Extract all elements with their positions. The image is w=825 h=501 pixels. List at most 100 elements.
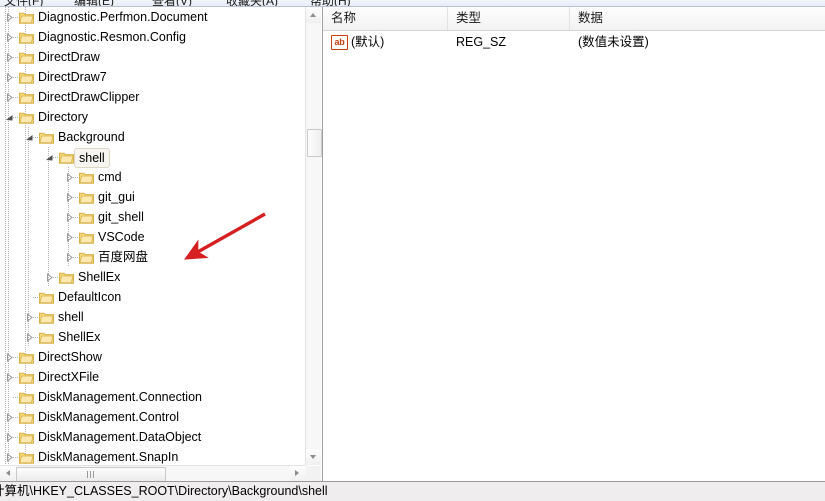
tree-expand-toggle-icon[interactable] [65, 173, 74, 182]
folder-icon [19, 350, 34, 364]
tree-item-label: Diagnostic.Resmon.Config [38, 30, 186, 44]
folder-icon [79, 190, 94, 204]
tree-item-defaulticon[interactable]: DefaultIcon [0, 287, 306, 307]
tree-expand-toggle-icon[interactable] [25, 313, 34, 322]
folder-icon [19, 410, 34, 424]
menu-item-1[interactable]: 文件(F) [4, 0, 43, 6]
tree-item-label: DiskManagement.DataObject [38, 430, 202, 444]
values-row-list[interactable]: ab (默认) REG_SZ (数值未设置) [323, 31, 825, 53]
tree-connector-line [48, 167, 49, 187]
tree-item-label: Diagnostic.Perfmon.Document [38, 10, 208, 24]
scroll-right-button[interactable] [290, 466, 306, 481]
status-path-text: 计算机\HKEY_CLASSES_ROOT\Directory\Backgrou… [0, 484, 328, 498]
tree-expand-toggle-icon[interactable] [5, 33, 14, 42]
tree-expand-toggle-icon[interactable] [5, 373, 14, 382]
tree-item-label: git_shell [98, 210, 144, 224]
column-header-3[interactable]: 数据 [570, 7, 825, 30]
tree-item-directdraw[interactable]: DirectDraw [0, 47, 306, 67]
tree-item-directdraw7[interactable]: DirectDraw7 [0, 67, 306, 87]
tree-connector-line [8, 287, 9, 307]
tree-item-diskmanagement-control[interactable]: DiskManagement.Control [0, 407, 306, 427]
tree-item-diagnostic-resmon-config[interactable]: Diagnostic.Resmon.Config [0, 27, 306, 47]
tree-expand-toggle-icon[interactable] [45, 273, 54, 282]
tree-expand-toggle-icon[interactable] [5, 53, 14, 62]
scroll-up-button[interactable] [306, 7, 321, 23]
tree-item-shell[interactable]: shell [0, 307, 306, 327]
column-header-1[interactable]: 名称 [323, 7, 448, 30]
menu-item-5[interactable]: 帮助(H) [310, 0, 351, 6]
tree-item-shell[interactable]: shell [0, 147, 306, 168]
tree-vertical-scrollbar[interactable] [305, 7, 322, 465]
tree-expand-toggle-icon[interactable] [65, 253, 74, 262]
tree-expand-toggle-icon[interactable] [5, 93, 14, 102]
tree-expand-toggle-icon[interactable] [5, 13, 14, 22]
tree-item-shellex[interactable]: ShellEx [0, 267, 306, 287]
tree-item-[interactable]: 百度网盘 [0, 247, 306, 267]
tree-connector-line [8, 327, 9, 347]
menu-item-2[interactable]: 编辑(E) [74, 0, 114, 6]
values-column-header[interactable]: 名称 类型 数据 [323, 7, 825, 31]
registry-editor-window: 文件(F) 编辑(E) 查看(V) 收藏夹(A) 帮助(H) Diagnostic.Pe… [0, 0, 825, 501]
tree-item-label: DiskManagement.SnapIn [38, 450, 179, 464]
menu-item-3[interactable]: 查看(V) [152, 0, 192, 6]
tree-item-label: VSCode [98, 230, 145, 244]
tree-item-directory[interactable]: Directory [0, 107, 306, 127]
tree-item-directdrawclipper[interactable]: DirectDrawClipper [0, 87, 306, 107]
folder-icon [19, 50, 34, 64]
tree-expand-toggle-icon[interactable] [5, 413, 14, 422]
folder-icon [79, 210, 94, 224]
tree-item-background[interactable]: Background [0, 127, 306, 147]
tree-expand-toggle-icon[interactable] [5, 453, 14, 462]
tree-item-diagnostic-perfmon-document[interactable]: Diagnostic.Perfmon.Document [0, 7, 306, 27]
tree-expand-toggle-icon[interactable] [5, 73, 14, 82]
folder-icon [19, 450, 34, 464]
tree-expand-toggle-icon[interactable] [5, 433, 14, 442]
tree-expand-toggle-icon[interactable] [5, 353, 14, 362]
caret-left-icon [6, 470, 10, 476]
value-row[interactable]: ab (默认) REG_SZ (数值未设置) [323, 31, 825, 53]
tree-item-label: DirectDrawClipper [38, 90, 140, 104]
split-container: Diagnostic.Perfmon.Document Diagnostic.Re… [0, 7, 825, 482]
tree-horizontal-scrollbar[interactable] [0, 465, 306, 482]
tree-item-diskmanagement-connection[interactable]: DiskManagement.Connection [0, 387, 306, 407]
tree-item-label: git_gui [98, 190, 135, 204]
caret-right-icon [295, 470, 299, 476]
tree-connector-line [28, 187, 29, 207]
folder-icon [39, 330, 54, 344]
caret-up-icon [310, 13, 316, 17]
horizontal-scroll-thumb[interactable] [16, 467, 166, 482]
menu-bar[interactable]: 文件(F) 编辑(E) 查看(V) 收藏夹(A) 帮助(H) [0, 0, 825, 7]
tree-expand-toggle-icon[interactable] [65, 213, 74, 222]
tree-expand-toggle-icon[interactable] [25, 333, 34, 342]
tree-item-list[interactable]: Diagnostic.Perfmon.Document Diagnostic.Re… [0, 7, 306, 465]
tree-item-vscode[interactable]: VSCode [0, 227, 306, 247]
tree-connector-line [28, 207, 29, 227]
menu-item-4[interactable]: 收藏夹(A) [226, 0, 278, 6]
tree-item-diskmanagement-snapin[interactable]: DiskManagement.SnapIn [0, 447, 306, 465]
vertical-scroll-thumb[interactable] [307, 129, 322, 157]
column-header-2[interactable]: 类型 [448, 7, 570, 30]
tree-collapse-toggle-icon[interactable] [45, 153, 54, 162]
tree-item-label: ShellEx [58, 330, 101, 344]
tree-item-label: 百度网盘 [98, 250, 149, 264]
tree-connector-line [48, 187, 49, 207]
tree-expand-toggle-icon[interactable] [65, 233, 74, 242]
tree-item-shellex[interactable]: ShellEx [0, 327, 306, 347]
tree-viewport[interactable]: Diagnostic.Perfmon.Document Diagnostic.Re… [0, 7, 306, 465]
tree-item-directshow[interactable]: DirectShow [0, 347, 306, 367]
tree-connector-line [8, 387, 9, 407]
scroll-left-button[interactable] [0, 466, 16, 481]
tree-item-directxfile[interactable]: DirectXFile [0, 367, 306, 387]
tree-expand-toggle-icon[interactable] [65, 193, 74, 202]
tree-item-diskmanagement-dataobject[interactable]: DiskManagement.DataObject [0, 427, 306, 447]
tree-collapse-toggle-icon[interactable] [25, 133, 34, 142]
registry-key-tree-pane[interactable]: Diagnostic.Perfmon.Document Diagnostic.Re… [0, 7, 323, 482]
registry-values-pane[interactable]: 名称 类型 数据 ab (默认) REG_SZ (数值未设置) [323, 7, 825, 482]
tree-collapse-toggle-icon[interactable] [5, 113, 14, 122]
tree-item-git-shell[interactable]: git_shell [0, 207, 306, 227]
tree-connector-line [28, 287, 29, 307]
caret-down-icon [310, 455, 316, 459]
tree-item-git-gui[interactable]: git_gui [0, 187, 306, 207]
scroll-down-button[interactable] [306, 449, 321, 465]
tree-item-cmd[interactable]: cmd [0, 167, 306, 187]
